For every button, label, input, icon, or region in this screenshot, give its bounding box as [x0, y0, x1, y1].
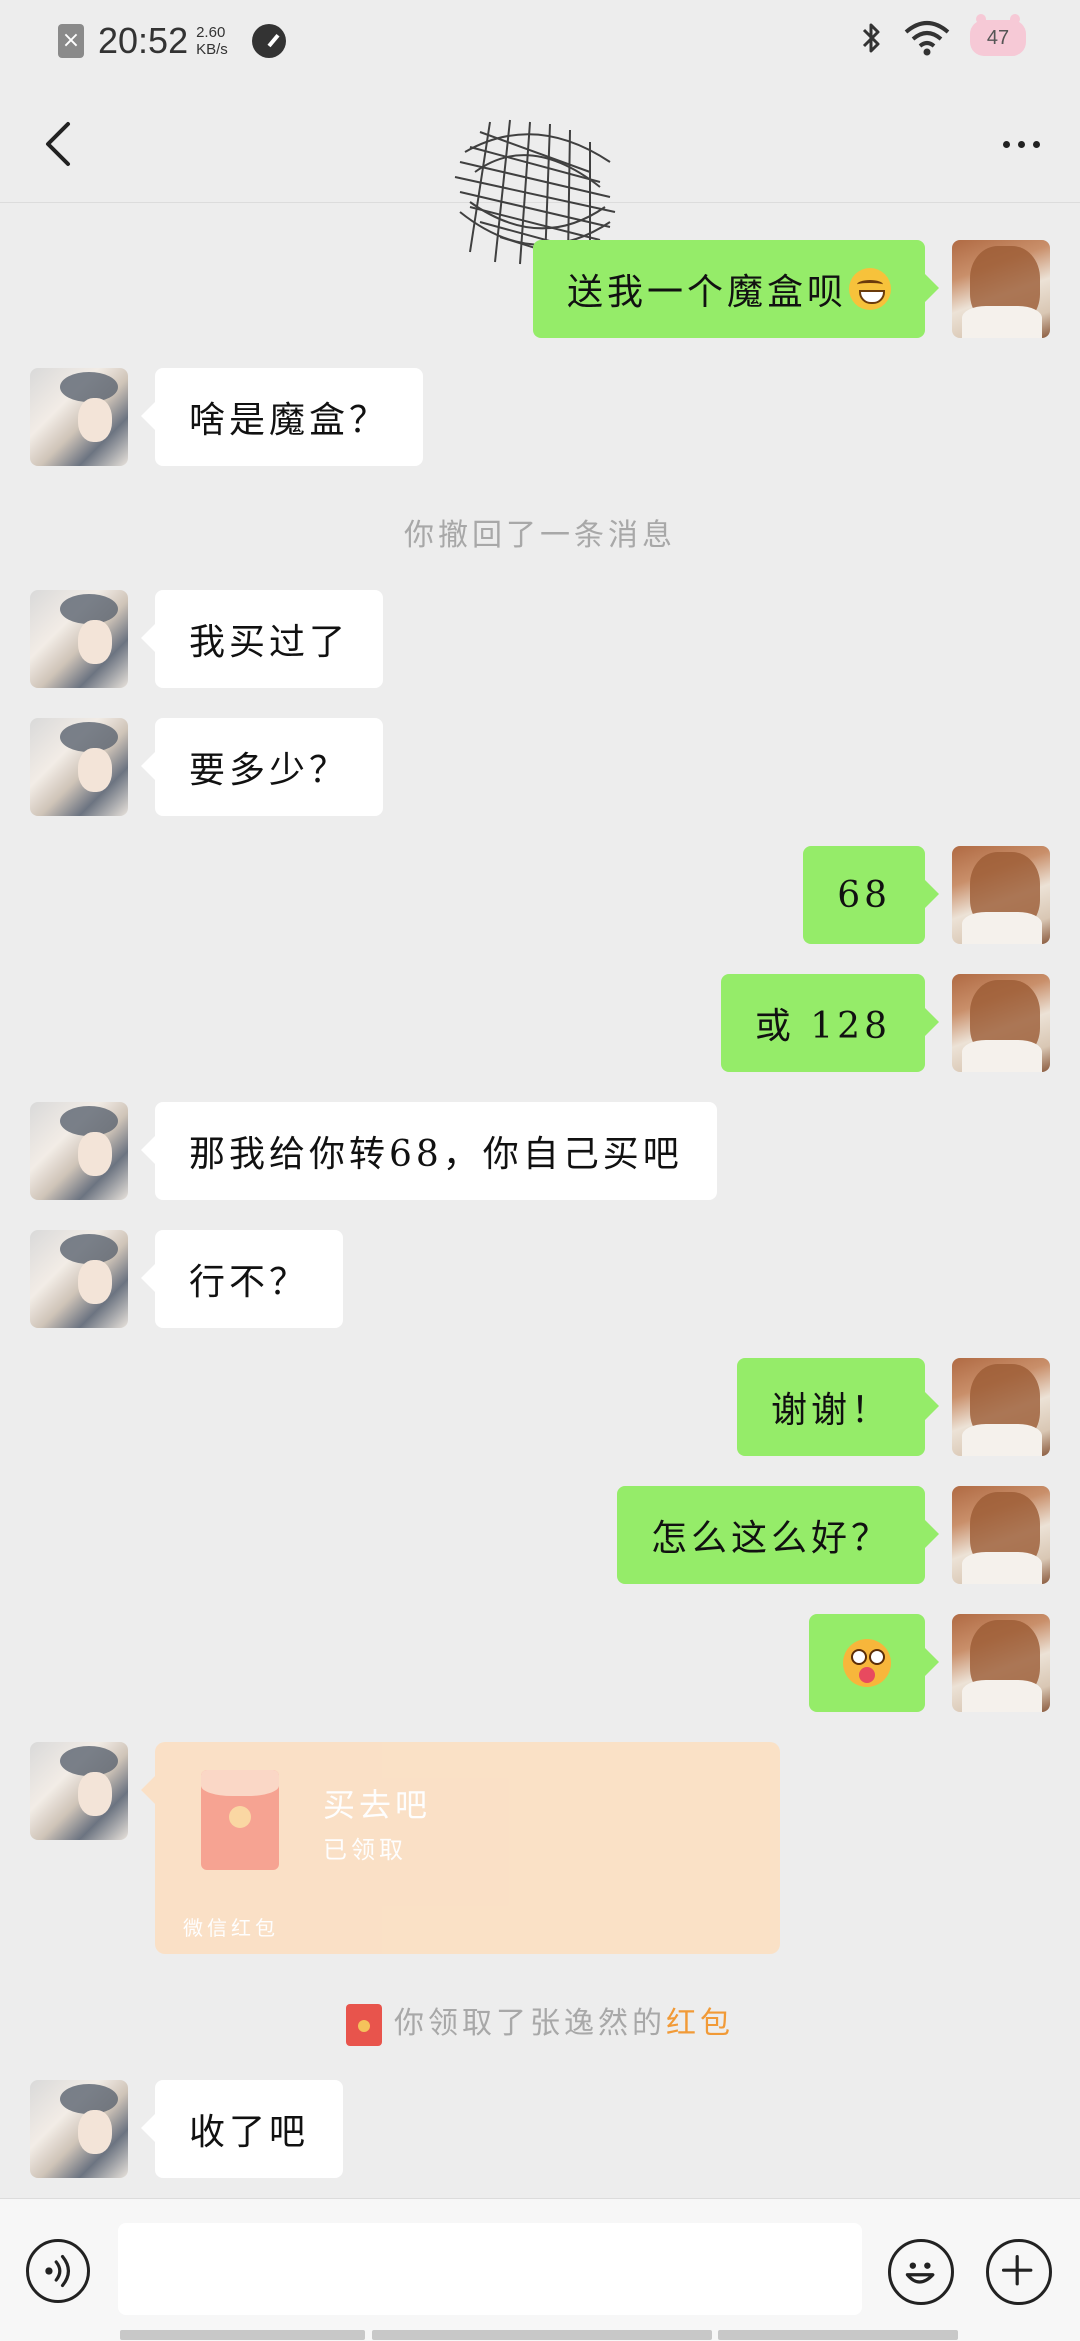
red-packet-card[interactable]: 买去吧 已领取 微信红包	[141, 1742, 780, 1954]
message-bubble-incoming[interactable]: 我买过了	[140, 590, 384, 688]
grin-emoji-icon	[849, 268, 891, 310]
message-text: 怎么这么好？	[650, 1518, 891, 1559]
my-avatar[interactable]	[952, 1486, 1050, 1584]
clock: 20:52	[98, 20, 189, 61]
gauge-icon	[251, 24, 286, 58]
my-avatar[interactable]	[952, 974, 1050, 1072]
message-bubble-outgoing[interactable]: 谢谢！	[736, 1358, 940, 1456]
message-input[interactable]	[118, 2223, 862, 2315]
message-text: 收了吧	[189, 2112, 310, 2153]
message-text: 68	[837, 874, 891, 916]
my-avatar[interactable]	[952, 240, 1050, 338]
keyboard-candidate-strip	[372, 2330, 712, 2340]
no-sim-icon: ×	[58, 24, 84, 58]
message-row: 谢谢！	[0, 1358, 1080, 1456]
message-bubble-incoming[interactable]: 啥是魔盒？	[140, 368, 424, 466]
contact-avatar[interactable]	[30, 590, 128, 688]
message-row: 收了吧	[0, 2080, 1080, 2178]
red-packet-footer: 微信红包	[183, 1916, 279, 1940]
message-bubble-outgoing[interactable]	[809, 1614, 939, 1712]
message-row: 要多少？	[0, 718, 1080, 816]
input-bar	[0, 2198, 1080, 2341]
red-packet-icon	[201, 1770, 279, 1870]
red-packet-mini-icon	[346, 2004, 382, 2046]
plus-icon[interactable]	[986, 2239, 1052, 2305]
red-packet-title: 买去吧	[323, 1786, 432, 1824]
chat-header	[0, 84, 1080, 265]
contact-avatar[interactable]	[30, 368, 128, 466]
message-row: 那我给你转68，你自己买吧	[0, 1102, 1080, 1200]
message-row: 送我一个魔盒呗	[0, 240, 1080, 338]
message-row: 我买过了	[0, 590, 1080, 688]
message-text: 啥是魔盒？	[189, 400, 390, 441]
wifi-icon	[904, 21, 950, 56]
message-row: 或 128	[0, 974, 1080, 1072]
contact-avatar[interactable]	[30, 1230, 128, 1328]
message-row	[0, 1614, 1080, 1712]
red-packet-status: 已领取	[323, 1836, 407, 1864]
message-row: 啥是魔盒？	[0, 368, 1080, 466]
message-bubble-incoming[interactable]: 收了吧	[140, 2080, 344, 2178]
message-bubble-incoming[interactable]: 行不？	[140, 1230, 344, 1328]
contact-avatar[interactable]	[30, 718, 128, 816]
battery-level: 47	[986, 26, 1010, 49]
network-speed: 2.60 KB/s	[196, 24, 228, 58]
status-bar: × 20:52 2.60 KB/s 47	[0, 0, 1080, 84]
contact-avatar[interactable]	[30, 2080, 128, 2178]
emoji-icon[interactable]	[888, 2239, 954, 2305]
message-row: 买去吧 已领取 微信红包	[0, 1742, 1080, 1954]
contact-avatar[interactable]	[30, 1742, 128, 1840]
message-bubble-incoming[interactable]: 要多少？	[140, 718, 384, 816]
my-avatar[interactable]	[952, 1614, 1050, 1712]
message-bubble-outgoing[interactable]: 或 128	[720, 974, 940, 1072]
tongue-emoji-icon	[843, 1639, 891, 1687]
message-text: 我买过了	[189, 622, 350, 663]
red-packet-receipt-notice: 你领取了张逸然的红包	[0, 1998, 1080, 2046]
voice-icon[interactable]	[26, 2239, 90, 2303]
message-bubble-outgoing[interactable]: 怎么这么好？	[616, 1486, 940, 1584]
message-row: 怎么这么好？	[0, 1486, 1080, 1584]
message-bubble-incoming[interactable]: 那我给你转68，你自己买吧	[141, 1102, 717, 1200]
message-text: 要多少？	[189, 750, 350, 791]
red-packet-link[interactable]: 红包	[666, 2006, 734, 2041]
network-speed-unit: KB/s	[196, 41, 228, 58]
message-row: 68	[0, 846, 1080, 944]
bluetooth-icon	[862, 23, 880, 53]
more-icon[interactable]	[986, 114, 1056, 174]
my-avatar[interactable]	[952, 1358, 1050, 1456]
receipt-text: 你领取了张逸然的	[394, 2006, 666, 2041]
message-bubble-outgoing[interactable]: 68	[803, 846, 939, 944]
message-text: 送我一个魔盒呗	[566, 272, 847, 313]
keyboard-candidate-strip	[120, 2330, 365, 2340]
message-text: 那我给你转68，你自己买吧	[189, 1134, 683, 1175]
battery-indicator: 47	[970, 14, 1026, 56]
recall-notice: 你撤回了一条消息	[404, 518, 676, 553]
message-bubble-outgoing[interactable]: 送我一个魔盒呗	[532, 240, 940, 338]
keyboard-candidate-strip	[718, 2330, 958, 2340]
message-row: 行不？	[0, 1230, 1080, 1328]
chevron-left-icon[interactable]	[30, 114, 90, 174]
contact-avatar[interactable]	[30, 1102, 128, 1200]
network-speed-value: 2.60	[196, 24, 226, 41]
my-avatar[interactable]	[952, 846, 1050, 944]
message-text: 行不？	[189, 1262, 310, 1303]
message-text: 谢谢！	[770, 1390, 891, 1431]
message-text: 或 128	[754, 1006, 891, 1047]
